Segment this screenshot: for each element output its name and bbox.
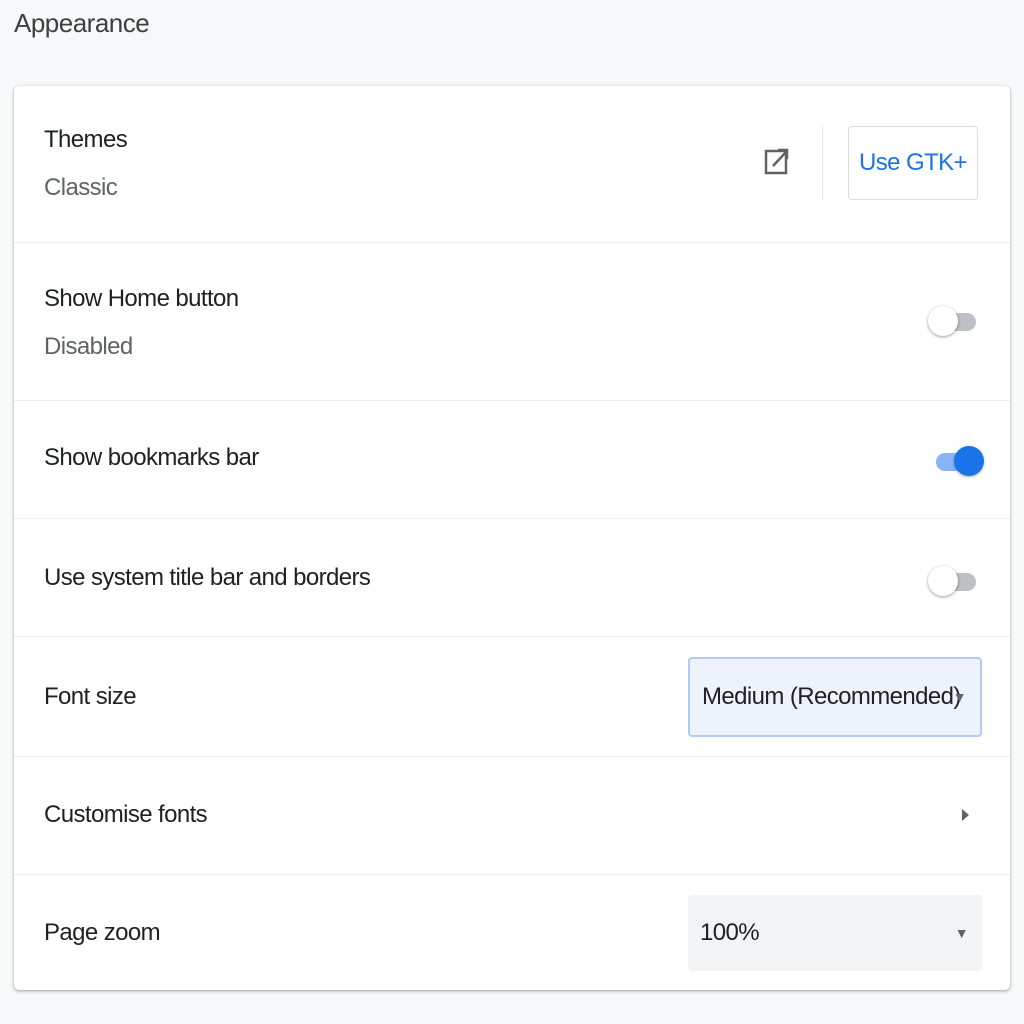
- home-button-toggle[interactable]: [928, 301, 980, 341]
- toggle-knob: [928, 306, 958, 336]
- font-size-row: Font size Medium (Recommended) ▼: [14, 636, 1010, 756]
- font-size-label: Font size: [44, 683, 137, 710]
- settings-page: Appearance Themes Classic Use GTK+ Show …: [0, 0, 1024, 1024]
- section-title: Appearance: [14, 8, 150, 38]
- chevron-right-icon: [962, 809, 969, 821]
- page-zoom-row: Page zoom 100% ▼: [14, 874, 1010, 990]
- system-title-bar-label: Use system title bar and borders: [44, 564, 371, 591]
- home-button-label: Show Home button: [44, 285, 239, 312]
- themes-label: Themes: [44, 126, 128, 153]
- font-size-value: Medium (Recommended): [702, 683, 961, 710]
- home-button-status: Disabled: [44, 333, 133, 360]
- font-size-select[interactable]: Medium (Recommended) ▼: [688, 657, 982, 737]
- open-in-new-icon[interactable]: [764, 146, 790, 178]
- use-gtk-button[interactable]: Use GTK+: [848, 126, 978, 200]
- customise-fonts-label: Customise fonts: [44, 801, 208, 828]
- page-zoom-label: Page zoom: [44, 919, 161, 946]
- system-title-bar-toggle[interactable]: [928, 561, 980, 601]
- page-zoom-select[interactable]: 100% ▼: [688, 895, 982, 971]
- toggle-knob: [928, 566, 958, 596]
- bookmarks-bar-label: Show bookmarks bar: [44, 444, 259, 471]
- themes-row: Themes Classic Use GTK+: [14, 86, 1010, 242]
- page-zoom-value: 100%: [700, 919, 760, 946]
- bookmarks-bar-toggle[interactable]: [932, 441, 984, 481]
- bookmarks-bar-row[interactable]: Show bookmarks bar: [14, 400, 1010, 518]
- system-title-bar-row[interactable]: Use system title bar and borders: [14, 518, 1010, 636]
- themes-value: Classic: [44, 174, 118, 201]
- dropdown-arrow-icon: ▼: [954, 925, 969, 941]
- customise-fonts-row[interactable]: Customise fonts: [14, 756, 1010, 874]
- vertical-divider: [822, 126, 823, 200]
- dropdown-arrow-icon: ▼: [952, 689, 967, 705]
- toggle-knob: [954, 446, 984, 476]
- home-button-row[interactable]: Show Home button Disabled: [14, 242, 1010, 400]
- appearance-card: Themes Classic Use GTK+ Show Home button…: [14, 86, 1010, 990]
